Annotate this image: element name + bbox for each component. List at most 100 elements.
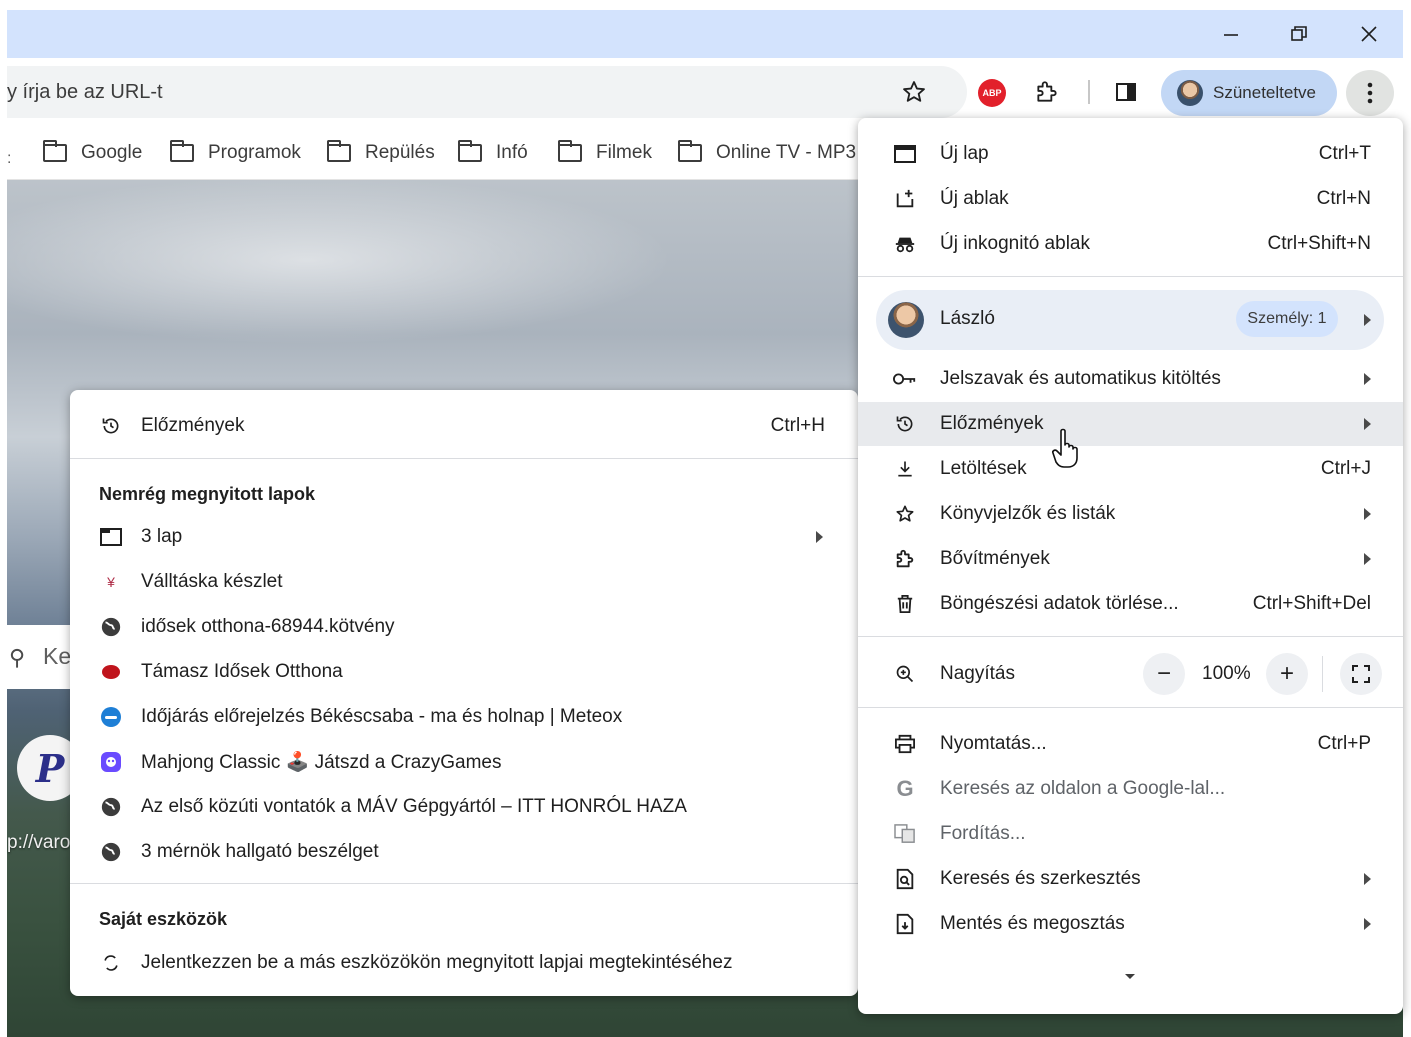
search-placeholder: Ke bbox=[43, 643, 72, 669]
recent-item-label: Mahjong Classic 🕹️ Játszd a CrazyGames bbox=[141, 752, 502, 773]
omnibox[interactable] bbox=[7, 66, 967, 118]
recent-item-tabs[interactable]: 3 lap bbox=[70, 515, 858, 559]
menu-item-clear-data[interactable]: Böngészési adatok törlése... Ctrl+Shift+… bbox=[858, 582, 1403, 626]
menu-item-label: Keresés az oldalon a Google-lal... bbox=[940, 778, 1226, 799]
submenu-arrow-icon bbox=[1364, 918, 1371, 930]
minimize-button[interactable] bbox=[1203, 16, 1259, 52]
minimize-icon bbox=[1224, 34, 1238, 36]
menu-item-find-edit[interactable]: Keresés és szerkesztés bbox=[858, 857, 1403, 901]
bookmark-star-button[interactable] bbox=[900, 78, 928, 106]
menu-item-save-share[interactable]: Mentés és megosztás bbox=[858, 902, 1403, 946]
history-submenu: Előzmények Ctrl+H Nemrég megnyitott lapo… bbox=[70, 390, 858, 996]
trash-icon bbox=[892, 591, 918, 617]
zoom-in-button[interactable]: + bbox=[1266, 653, 1308, 695]
adblock-icon[interactable]: ABP bbox=[978, 79, 1006, 107]
history-icon bbox=[98, 413, 124, 439]
toolbar: ABP Szüneteltetve bbox=[7, 58, 1403, 126]
submenu-arrow-icon bbox=[1364, 418, 1371, 430]
menu-item-translate[interactable]: Fordítás... bbox=[858, 812, 1403, 856]
profile-name: László bbox=[940, 308, 995, 329]
menu-item-new-window[interactable]: Új ablak Ctrl+N bbox=[858, 177, 1403, 221]
recent-item[interactable]: Az első közúti vontatók a MÁV Gépgyártól… bbox=[70, 785, 858, 829]
recent-item[interactable]: Mahjong Classic 🕹️ Játszd a CrazyGames bbox=[70, 740, 858, 784]
google-icon: G bbox=[896, 776, 914, 801]
menu-item-label: Nagyítás bbox=[940, 663, 1015, 684]
bookmark-folder-programok[interactable]: Programok bbox=[170, 138, 301, 168]
close-button[interactable] bbox=[1341, 16, 1397, 52]
recent-item[interactable]: Időjárás előrejelzés Békéscsaba - ma és … bbox=[70, 695, 858, 739]
avatar bbox=[888, 302, 924, 338]
recent-item[interactable]: Támasz Idősek Otthona bbox=[70, 650, 858, 694]
download-icon bbox=[892, 456, 918, 482]
devices-title: Saját eszközök bbox=[99, 909, 228, 929]
profile-chip[interactable]: Szüneteltetve bbox=[1161, 70, 1337, 116]
menu-item-bookmarks[interactable]: Könyvjelzők és listák bbox=[858, 492, 1403, 536]
bookmark-folder-google[interactable]: Google bbox=[43, 138, 142, 168]
bookmark-folder-online-tv[interactable]: Online TV - MP3 bbox=[678, 138, 856, 168]
key-icon bbox=[892, 366, 918, 392]
submenu-arrow-icon bbox=[1364, 373, 1371, 385]
tab-icon bbox=[98, 524, 124, 550]
bookmarks-overflow-edge: : bbox=[7, 150, 12, 167]
recent-item-label: Az első közúti vontatók a MÁV Gépgyártól… bbox=[141, 796, 687, 817]
address-input[interactable] bbox=[7, 66, 887, 118]
menu-item-passwords[interactable]: Jelszavak és automatikus kitöltés bbox=[858, 357, 1403, 401]
menu-item-label: Nyomtatás... bbox=[940, 733, 1047, 754]
menu-item-print[interactable]: Nyomtatás... Ctrl+P bbox=[858, 722, 1403, 766]
menu-item-history[interactable]: Előzmények bbox=[858, 402, 1403, 446]
menu-item-profile[interactable]: László Személy: 1 bbox=[876, 290, 1384, 350]
folder-icon bbox=[458, 140, 482, 162]
hand-cursor-icon bbox=[1052, 428, 1078, 468]
recent-item[interactable]: idősek otthona-68944.kötvény bbox=[70, 605, 858, 649]
menu-item-new-tab[interactable]: Új lap Ctrl+T bbox=[858, 132, 1403, 176]
recent-item-label: Támasz Idősek Otthona bbox=[141, 661, 343, 682]
menu-item-shortcut: Ctrl+J bbox=[1320, 458, 1371, 479]
close-icon bbox=[1361, 26, 1377, 42]
history-icon bbox=[892, 411, 918, 437]
menu-scroll-down-icon[interactable] bbox=[1125, 974, 1135, 979]
bookmark-folder-repules[interactable]: Repülés bbox=[327, 138, 435, 168]
recent-item-label: Időjárás előrejelzés Békéscsaba - ma és … bbox=[141, 706, 623, 727]
menu-item-zoom: Nagyítás − 100% + bbox=[858, 652, 1403, 696]
recent-item[interactable]: 3 mérnök hallgató beszélget bbox=[70, 830, 858, 874]
menu-item-search-google[interactable]: G Keresés az oldalon a Google-lal... bbox=[858, 767, 1403, 811]
weather-favicon-icon bbox=[98, 704, 124, 730]
menu-item-label: Keresés és szerkesztés bbox=[940, 868, 1141, 889]
sign-in-devices-item[interactable]: Jelentkezzen be a más eszközökön megnyit… bbox=[70, 941, 858, 985]
profile-count-badge: Személy: 1 bbox=[1236, 301, 1338, 337]
zoom-out-button[interactable]: − bbox=[1143, 653, 1185, 695]
menu-item-downloads[interactable]: Letöltések Ctrl+J bbox=[858, 447, 1403, 491]
menu-item-shortcut: Ctrl+Shift+Del bbox=[1252, 593, 1371, 614]
star-icon bbox=[903, 81, 925, 102]
menu-item-shortcut: Ctrl+P bbox=[1317, 733, 1371, 754]
history-header-item[interactable]: Előzmények Ctrl+H bbox=[70, 404, 858, 448]
chrome-main-menu: Új lap Ctrl+T Új ablak Ctrl+N Új inkogni… bbox=[858, 118, 1403, 1014]
zoom-icon bbox=[892, 661, 918, 687]
bookmark-folder-filmek[interactable]: Filmek bbox=[558, 138, 652, 168]
recent-item-label: Válltáska készlet bbox=[141, 571, 283, 592]
fullscreen-button[interactable] bbox=[1340, 653, 1382, 695]
menu-item-label: Fordítás... bbox=[940, 823, 1026, 844]
puzzle-icon bbox=[892, 546, 918, 572]
extensions-button[interactable] bbox=[1032, 77, 1062, 107]
toolbar-separator bbox=[1088, 80, 1090, 104]
bookmark-folder-info[interactable]: Infó bbox=[458, 138, 528, 168]
menu-item-incognito[interactable]: Új inkognitó ablak Ctrl+Shift+N bbox=[858, 222, 1403, 266]
history-shortcut: Ctrl+H bbox=[770, 415, 825, 436]
divider bbox=[70, 883, 858, 884]
restore-button[interactable] bbox=[1271, 16, 1327, 52]
sign-in-devices-label: Jelentkezzen be a más eszközökön megnyit… bbox=[141, 952, 733, 973]
bookmark-label: Programok bbox=[208, 142, 301, 163]
folder-icon bbox=[43, 140, 67, 162]
side-panel-button[interactable] bbox=[1112, 78, 1140, 106]
site-favicon-icon bbox=[98, 659, 124, 685]
menu-item-extensions[interactable]: Bővítmények bbox=[858, 537, 1403, 581]
recent-item[interactable]: ¥ Válltáska készlet bbox=[70, 560, 858, 604]
bookmark-label: Infó bbox=[496, 142, 528, 163]
folder-icon bbox=[170, 140, 194, 162]
recent-item-label: 3 lap bbox=[141, 526, 183, 547]
bookmark-label: Filmek bbox=[596, 142, 652, 163]
menu-item-label: Előzmények bbox=[940, 413, 1044, 434]
globe-icon bbox=[98, 614, 124, 640]
menu-button[interactable] bbox=[1346, 70, 1394, 116]
